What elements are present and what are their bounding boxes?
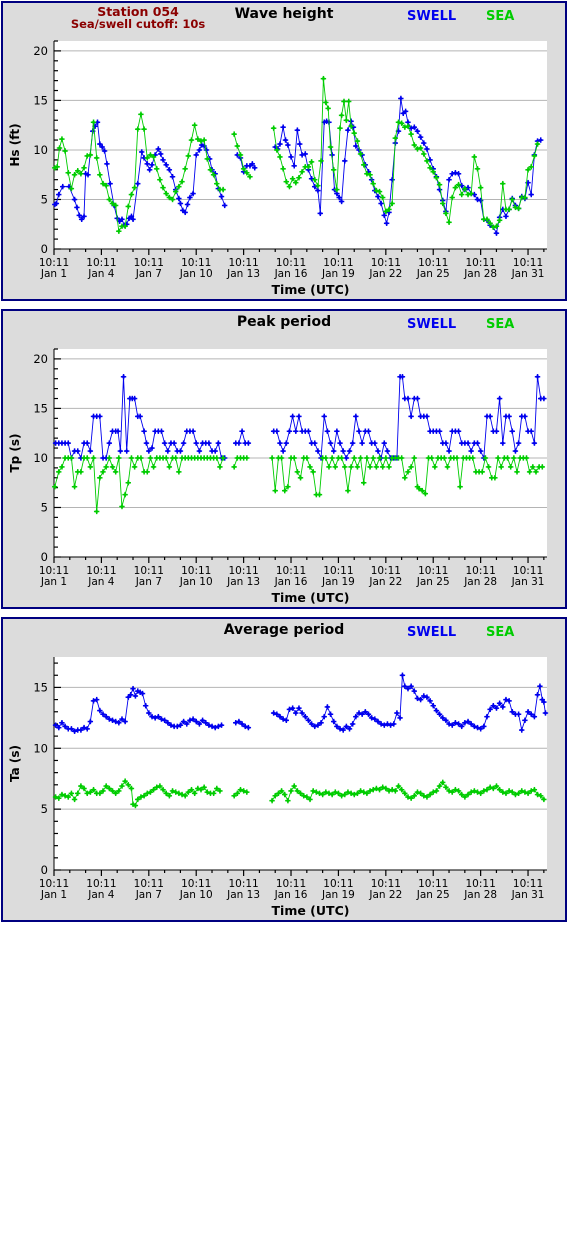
svg-text:Time (UTC): Time (UTC) (272, 903, 350, 918)
svg-text:15: 15 (33, 93, 48, 107)
svg-text:Jan 25: Jan 25 (416, 889, 450, 901)
svg-text:Jan 13: Jan 13 (226, 889, 260, 901)
svg-text:Time (UTC): Time (UTC) (272, 282, 350, 297)
svg-text:Jan 1: Jan 1 (40, 576, 67, 588)
svg-text:5: 5 (41, 802, 48, 816)
svg-text:Ta (s): Ta (s) (8, 745, 22, 782)
svg-text:Jan 1: Jan 1 (40, 889, 67, 901)
svg-text:Jan 25: Jan 25 (416, 268, 450, 280)
svg-text:Jan 28: Jan 28 (463, 268, 497, 280)
svg-text:Jan 28: Jan 28 (463, 889, 497, 901)
chart-panel-average-period: Average period SWELL SEA 0 5 10 15 Ta (s) 10:… (1, 617, 567, 922)
svg-text:Jan 19: Jan 19 (321, 576, 355, 588)
svg-text:Jan 22: Jan 22 (368, 268, 402, 280)
svg-text:Jan 1: Jan 1 (40, 268, 67, 280)
svg-text:Jan 4: Jan 4 (87, 576, 115, 588)
plot-svg-wave-height: 05101520Hs (ft)10:11Jan 110:11Jan 410:11… (8, 40, 547, 297)
svg-text:15: 15 (33, 680, 48, 694)
plot-area-average-period: 0 5 10 15 Ta (s) 10:11 Jan 1 10:11 Jan 4 10:11 Jan… (3, 619, 565, 920)
svg-text:Time (UTC): Time (UTC) (272, 590, 350, 605)
svg-text:Jan 16: Jan 16 (274, 889, 308, 901)
svg-text:Jan 16: Jan 16 (274, 576, 308, 588)
svg-text:Jan 31: Jan 31 (511, 576, 545, 588)
svg-text:5: 5 (41, 192, 48, 206)
svg-text:0: 0 (41, 242, 48, 256)
svg-text:Jan 22: Jan 22 (368, 889, 402, 901)
svg-text:Jan 22: Jan 22 (368, 576, 402, 588)
svg-text:Jan 10: Jan 10 (179, 576, 213, 588)
svg-text:Hs (ft): Hs (ft) (8, 123, 22, 166)
chart-panel-peak-period: Peak period SWELL SEA 0 5 10 15 20 Tp (s) 10:1… (1, 309, 567, 609)
wave-observations-page: Station 054 Sea/swell cutoff: 10s Wave h… (0, 0, 570, 1240)
svg-text:Jan 10: Jan 10 (179, 268, 213, 280)
svg-text:10: 10 (33, 143, 48, 157)
svg-text:Jan 31: Jan 31 (511, 889, 545, 901)
svg-text:Jan 19: Jan 19 (321, 268, 355, 280)
svg-text:15: 15 (33, 401, 48, 415)
svg-text:Jan 28: Jan 28 (463, 576, 497, 588)
plot-area-peak-period: 0 5 10 15 20 Tp (s) 10:11 Jan 1 10:11 Jan 4 10:11 J… (3, 311, 565, 607)
svg-text:Jan 7: Jan 7 (135, 889, 162, 901)
plot-svg-peak-period: 05101520Tp (s)10:11Jan 110:11Jan 410:11J… (8, 348, 547, 605)
svg-text:Jan 7: Jan 7 (135, 268, 162, 280)
svg-text:10: 10 (33, 451, 48, 465)
plot-svg-average-period: 051015Ta (s)10:11Jan 110:11Jan 410:11Jan… (8, 657, 549, 918)
svg-text:Jan 13: Jan 13 (226, 268, 260, 280)
svg-text:Jan 4: Jan 4 (87, 889, 115, 901)
svg-text:Jan 10: Jan 10 (179, 889, 213, 901)
svg-text:5: 5 (41, 500, 48, 514)
svg-text:Jan 31: Jan 31 (511, 268, 545, 280)
svg-text:Jan 16: Jan 16 (274, 268, 308, 280)
svg-text:Jan 7: Jan 7 (135, 576, 162, 588)
svg-text:20: 20 (33, 352, 48, 366)
plot-area-wave-height: 0 5 10 15 20 Hs (ft) 10:11 Jan 1 10:11 Jan 4 10:11… (3, 3, 565, 299)
svg-text:10: 10 (33, 741, 48, 755)
svg-text:Jan 19: Jan 19 (321, 889, 355, 901)
svg-text:0: 0 (41, 863, 48, 877)
svg-text:Jan 13: Jan 13 (226, 576, 260, 588)
svg-text:Jan 25: Jan 25 (416, 576, 450, 588)
svg-text:0: 0 (41, 550, 48, 564)
svg-text:20: 20 (33, 44, 48, 58)
svg-text:Jan 4: Jan 4 (87, 268, 115, 280)
chart-panel-wave-height: Station 054 Sea/swell cutoff: 10s Wave h… (1, 1, 567, 301)
svg-text:Tp (s): Tp (s) (8, 433, 22, 472)
